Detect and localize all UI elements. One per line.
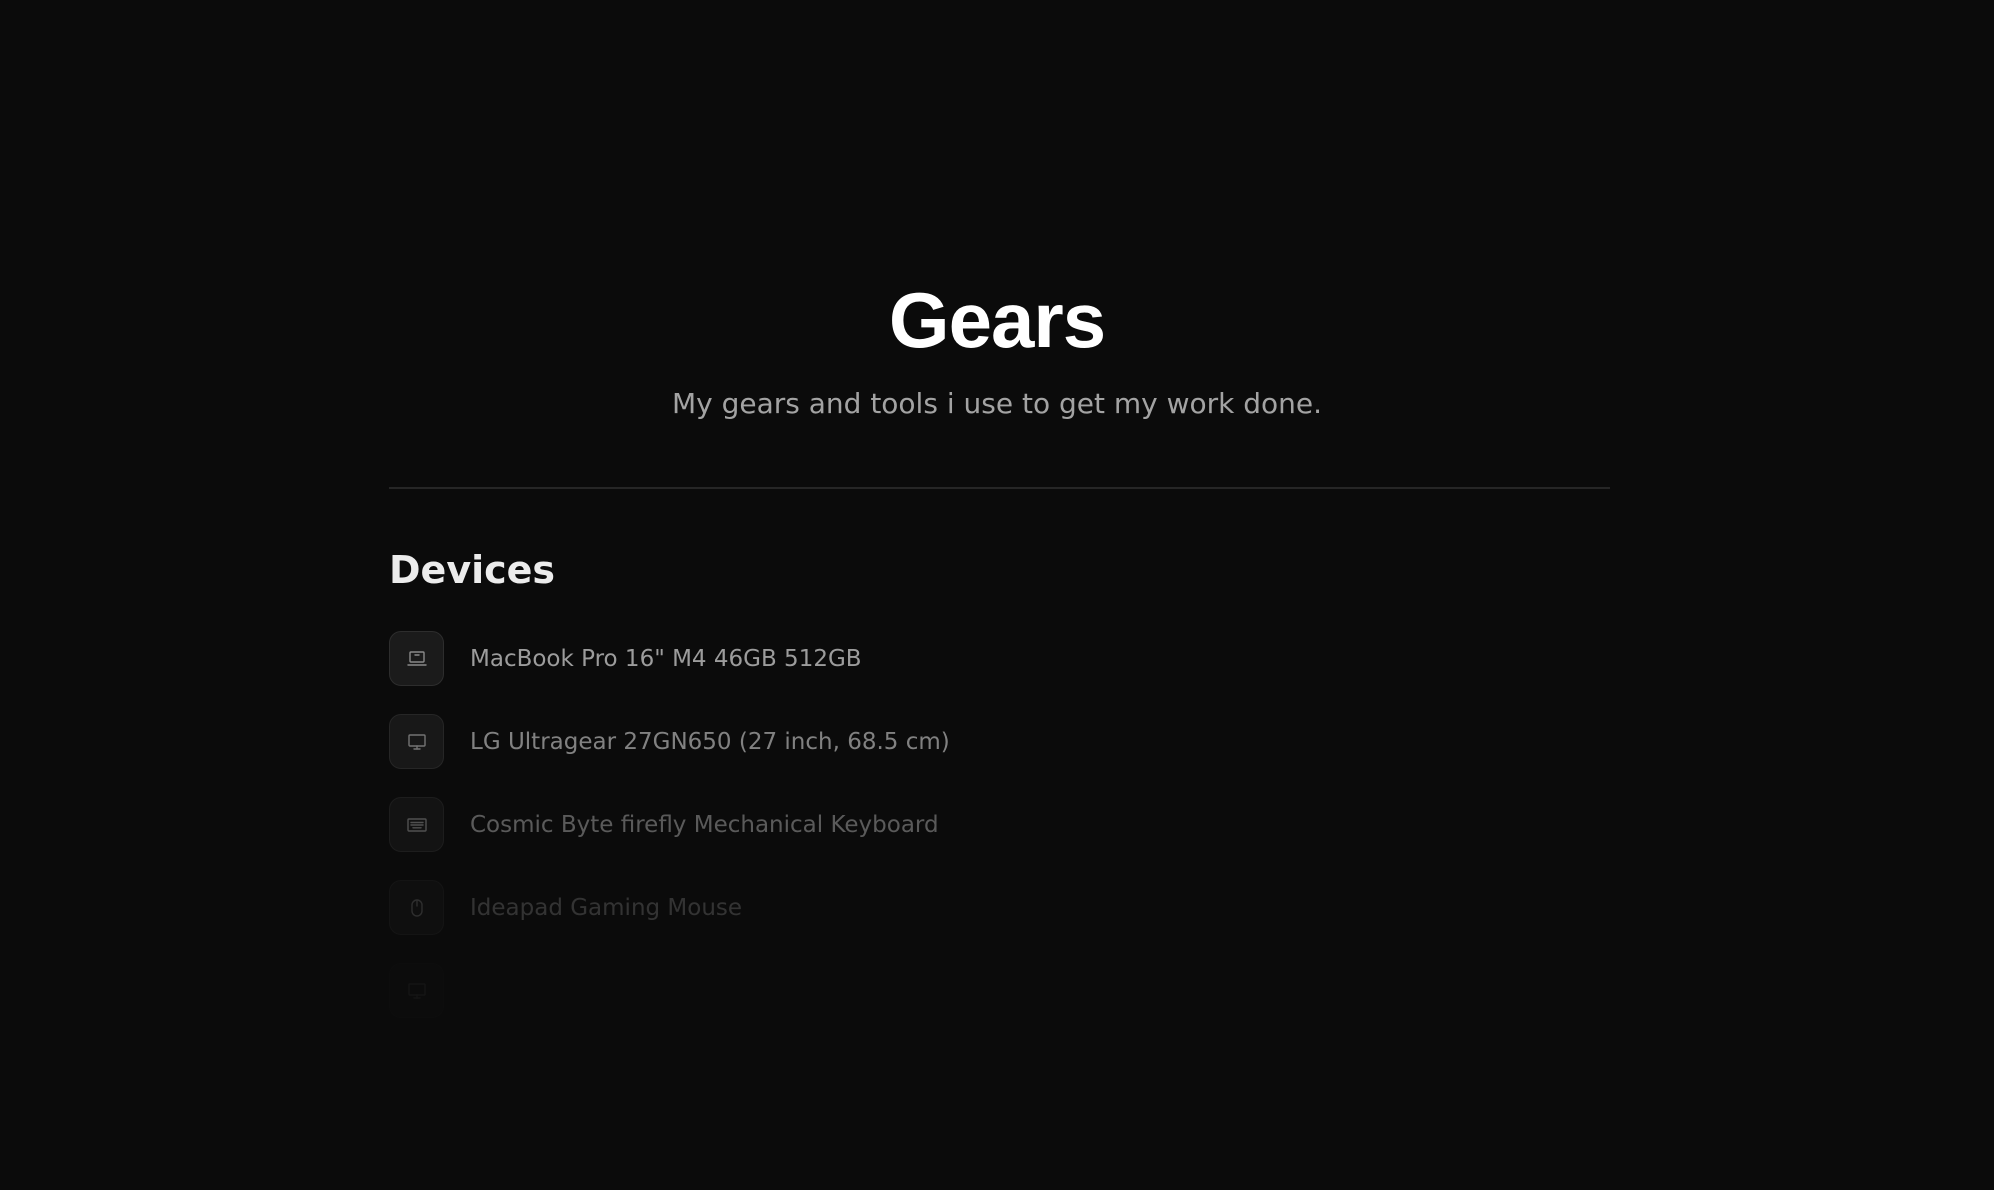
- hero: Gears My gears and tools i use to get my…: [0, 270, 1994, 424]
- devices-list: MacBook Pro 16" M4 46GB 512GB LG Ultrage…: [389, 630, 1610, 1019]
- monitor-icon: [389, 963, 444, 1018]
- list-item: Cosmic Byte firefly Mechanical Keyboard: [389, 796, 1610, 853]
- list-item-label: Cosmic Byte firefly Mechanical Keyboard: [470, 811, 939, 838]
- mouse-icon: [389, 880, 444, 935]
- laptop-icon: [389, 631, 444, 686]
- list-item: Ideapad Gaming Mouse: [389, 879, 1610, 936]
- keyboard-icon: [389, 797, 444, 852]
- list-item-label: MacBook Pro 16" M4 46GB 512GB: [470, 645, 862, 672]
- monitor-icon: [389, 714, 444, 769]
- divider: [389, 487, 1610, 489]
- list-item: LG Ultragear 27GN650 (27 inch, 68.5 cm): [389, 713, 1610, 770]
- list-item: [389, 962, 1610, 1019]
- page-subtitle: My gears and tools i use to get my work …: [671, 387, 1323, 420]
- page-title: Gears: [888, 276, 1106, 364]
- devices-section: Devices MacBook Pro 16" M4 46GB 512GB LG: [389, 540, 1610, 1045]
- list-item-label: Ideapad Gaming Mouse: [470, 894, 743, 921]
- list-item-label: LG Ultragear 27GN650 (27 inch, 68.5 cm): [470, 728, 950, 755]
- section-title-devices: Devices: [389, 548, 556, 592]
- list-item: MacBook Pro 16" M4 46GB 512GB: [389, 630, 1610, 687]
